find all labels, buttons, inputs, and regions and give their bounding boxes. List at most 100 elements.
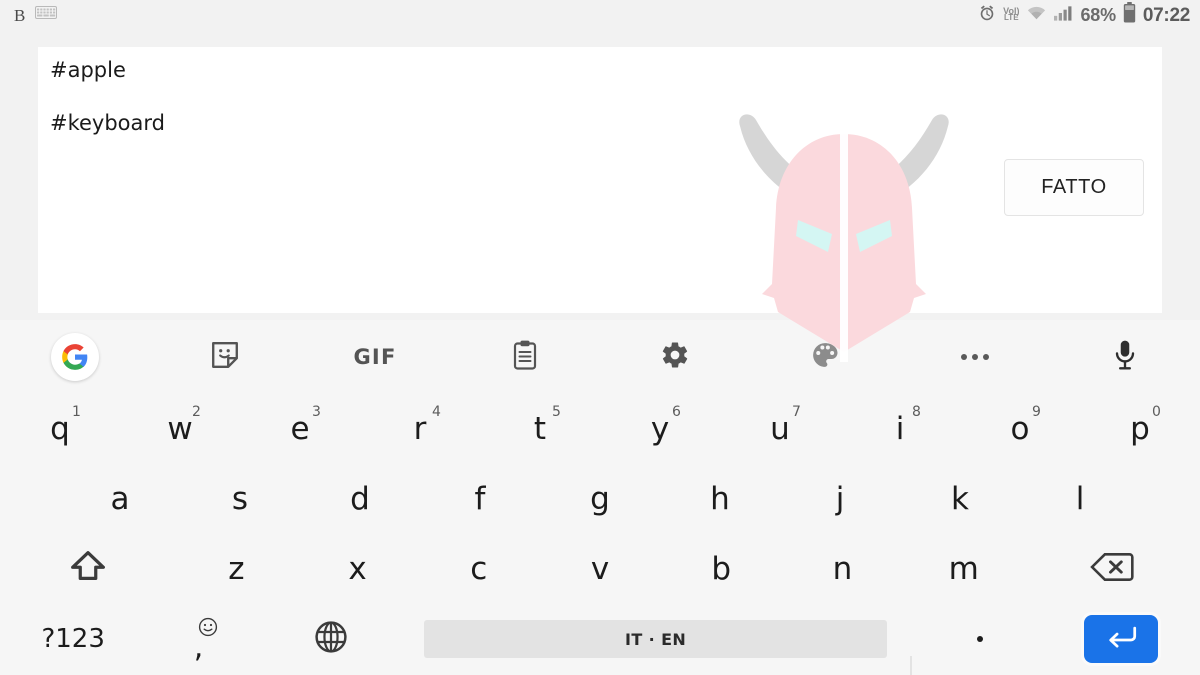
palette-icon [810, 340, 840, 375]
space-key[interactable]: IT · EN [392, 604, 919, 674]
key-superscript: 7 [792, 404, 801, 420]
key-u[interactable]: u 7 [720, 394, 840, 464]
key-w[interactable]: w 2 [120, 394, 240, 464]
key-superscript: 6 [672, 404, 681, 420]
keyboard-row-4: ?123 , IT · EN [0, 604, 1200, 674]
space-key-cap: IT · EN [423, 620, 888, 658]
keyboard-row-3: z x c v b n m [0, 534, 1200, 604]
key-f[interactable]: f [420, 464, 540, 534]
key-k[interactable]: k [900, 464, 1020, 534]
status-bar: B Vol) LTE 68% 07:22 [0, 0, 1200, 30]
key-y[interactable]: y 6 [600, 394, 720, 464]
comma-emoji-key[interactable]: , [146, 604, 269, 674]
key-superscript: 9 [1032, 404, 1041, 420]
key-l[interactable]: l [1020, 464, 1140, 534]
signal-icon [1054, 5, 1073, 26]
clipboard-button[interactable] [450, 320, 600, 394]
language-key[interactable] [269, 604, 392, 674]
key-label: l [1075, 480, 1085, 517]
status-bar-left: B [14, 5, 58, 25]
key-label: q [50, 410, 70, 447]
key-superscript: 5 [552, 404, 561, 420]
key-p[interactable]: p 0 [1080, 394, 1200, 464]
compose-text-area[interactable]: #apple #keyboard [50, 58, 750, 165]
key-c[interactable]: c [418, 534, 539, 604]
key-label: r [413, 410, 427, 447]
key-label: j [835, 480, 845, 517]
compose-panel[interactable]: #apple #keyboard FATTO [38, 47, 1162, 313]
key-label: c [470, 550, 488, 587]
gear-icon [660, 340, 690, 375]
keyboard-toolbar: GIF [0, 320, 1200, 394]
key-z[interactable]: z [176, 534, 297, 604]
more-dots-icon [961, 354, 989, 360]
key-g[interactable]: g [540, 464, 660, 534]
key-n[interactable]: n [782, 534, 903, 604]
toolbar-divider [910, 656, 912, 675]
sticker-button[interactable] [150, 320, 300, 394]
comma-emoji-glyphs: , [188, 617, 228, 663]
voice-input-button[interactable] [1050, 320, 1200, 394]
key-superscript: 2 [192, 404, 201, 420]
shift-key[interactable] [0, 534, 176, 604]
gif-button[interactable]: GIF [300, 320, 450, 394]
backspace-key[interactable] [1024, 534, 1200, 604]
status-bar-right: Vol) LTE 68% 07:22 [978, 2, 1190, 28]
key-label: v [590, 550, 610, 587]
key-s[interactable]: s [180, 464, 300, 534]
bluetooth-b-letter-icon: B [14, 5, 26, 25]
sticker-icon [210, 340, 240, 375]
on-screen-keyboard: GIF q 1 w 2 e 3 r 4 t 5 y 6 u 7 i 8 o 9 … [0, 320, 1200, 675]
key-superscript: 8 [912, 404, 921, 420]
compose-line-1: #apple [50, 58, 126, 82]
battery-icon [1123, 2, 1136, 28]
wifi-icon [1026, 5, 1047, 26]
key-label: b [711, 550, 732, 587]
period-key[interactable] [919, 604, 1042, 674]
key-label: f [474, 480, 486, 517]
theme-button[interactable] [750, 320, 900, 394]
clipboard-icon [511, 340, 539, 375]
keyboard-icon [35, 6, 58, 24]
key-superscript: 0 [1152, 404, 1161, 420]
enter-arrow-icon [1105, 624, 1137, 655]
key-label: e [290, 410, 310, 447]
key-e[interactable]: e 3 [240, 394, 360, 464]
key-i[interactable]: i 8 [840, 394, 960, 464]
key-superscript: 4 [432, 404, 441, 420]
key-label: t [533, 410, 547, 447]
google-button[interactable] [0, 320, 150, 394]
more-options-button[interactable] [900, 320, 1050, 394]
done-button[interactable]: FATTO [1004, 159, 1144, 216]
compose-line-2: #keyboard [50, 111, 165, 136]
globe-icon [314, 620, 348, 659]
battery-percent-label: 68% [1080, 5, 1116, 25]
enter-key[interactable] [1042, 604, 1200, 674]
key-t[interactable]: t 5 [480, 394, 600, 464]
volte-icon: Vol) LTE [1003, 5, 1020, 23]
key-b[interactable]: b [661, 534, 782, 604]
alarm-icon [978, 4, 996, 27]
key-label: a [110, 480, 130, 517]
symbols-key[interactable]: ?123 [0, 604, 146, 674]
key-d[interactable]: d [300, 464, 420, 534]
keyboard-row-2: a s d f g h j k l [0, 464, 1200, 534]
key-r[interactable]: r 4 [360, 394, 480, 464]
key-label: w [167, 410, 193, 447]
key-label: p [1130, 410, 1150, 447]
key-v[interactable]: v [539, 534, 660, 604]
key-m[interactable]: m [903, 534, 1024, 604]
key-o[interactable]: o 9 [960, 394, 1080, 464]
key-a[interactable]: a [60, 464, 180, 534]
microphone-icon [1112, 339, 1138, 376]
key-h[interactable]: h [660, 464, 780, 534]
key-x[interactable]: x [297, 534, 418, 604]
shift-arrow-icon [69, 548, 107, 591]
settings-button[interactable] [600, 320, 750, 394]
key-q[interactable]: q 1 [0, 394, 120, 464]
done-button-label: FATTO [1041, 176, 1107, 198]
keyboard-row-1: q 1 w 2 e 3 r 4 t 5 y 6 u 7 i 8 o 9 p 0 [0, 394, 1200, 464]
key-j[interactable]: j [780, 464, 900, 534]
key-label: k [951, 480, 969, 517]
key-label: n [832, 550, 853, 587]
